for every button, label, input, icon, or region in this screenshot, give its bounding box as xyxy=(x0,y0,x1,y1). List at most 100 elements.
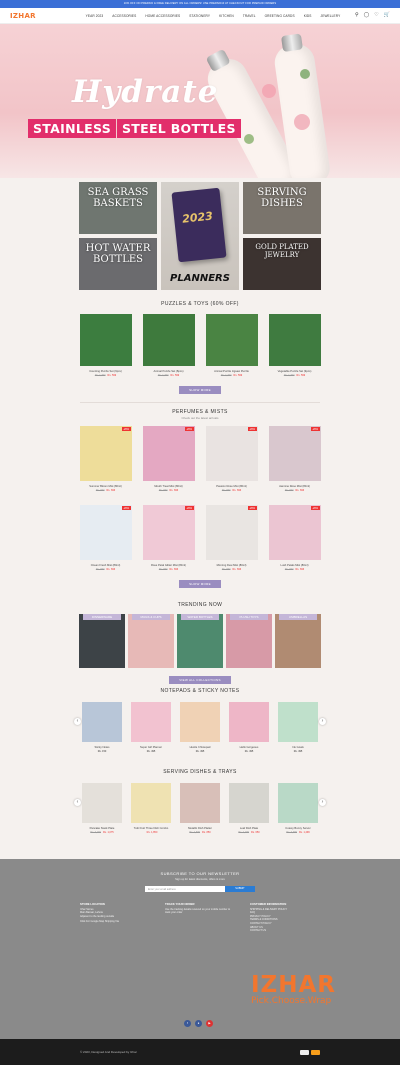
footer-col-track: TRACK YOUR ORDER Use the tracking detail… xyxy=(165,902,235,933)
product-card[interactable]: Leaf Dish Plate Rs. 1,299 Rs. 650 xyxy=(229,783,269,834)
product-card[interactable]: -20% Lush Petals Mist (80ml) Rs. 870 Rs. 69… xyxy=(268,505,321,571)
payment-icons xyxy=(300,1049,320,1055)
product-name: Leaf Dish Plate xyxy=(239,827,259,830)
product-name: Morning Dew Mist (80ml) xyxy=(216,564,247,567)
section-subtitle: Check out the latest arrivals xyxy=(181,416,219,420)
trending-water-bottles[interactable]: WATER BOTTLES xyxy=(177,614,223,668)
subscribe-button[interactable]: SUBMIT xyxy=(225,886,255,892)
facebook-icon[interactable]: f xyxy=(184,1020,191,1027)
product-card[interactable]: Sticky Notes Rs. 150 xyxy=(82,702,122,753)
trending-label: WATER BOTTLES xyxy=(181,614,219,620)
product-card[interactable]: Counting Puzzle Set (6pcs) Rs. 1,300 Rs. 5… xyxy=(79,314,132,377)
category-hot-water-bottles[interactable]: HOT WATER BOTTLES xyxy=(79,238,157,290)
hero-banner-left: STAINLESS xyxy=(28,119,116,138)
nav-item-travel[interactable]: TRAVEL xyxy=(243,14,256,18)
product-card[interactable]: Super Girl Planner Rs. 495 xyxy=(131,702,171,753)
product-card[interactable]: Hustle It Notepad Rs. 495 xyxy=(180,702,220,753)
flower-decoration xyxy=(294,114,310,130)
nav-item-stationery[interactable]: STATIONERY xyxy=(189,14,210,18)
product-card[interactable]: -20% Mouth Treat Mist (80ml) Rs. 870 Rs. 69… xyxy=(142,426,195,492)
product-card[interactable]: Metallic Dish Platter Rs. 1,699 Rs. 850 xyxy=(180,783,220,834)
product-card[interactable]: -20% Ocean Fresh Mist (80ml) Rs. 870 Rs. 69… xyxy=(79,505,132,571)
show-more-button[interactable]: SHOW MORE xyxy=(179,580,221,588)
product-card[interactable]: -20% Jasmine Rose Mist (80ml) Rs. 870 Rs. 6… xyxy=(268,426,321,492)
trending-umbrellas[interactable]: UMBRELLAS xyxy=(275,614,321,668)
nav-item-jewellery[interactable]: JEWELLERY xyxy=(321,14,341,18)
trending-label: DINNERWARE xyxy=(83,614,121,620)
category-grid: SEA GRASS BASKETS PLANNERS SERVING DISHE… xyxy=(79,182,400,290)
product-grid: Counting Puzzle Set (6pcs) Rs. 1,300 Rs. 5… xyxy=(0,314,400,377)
section-title: PUZZLES & TOYS (60% OFF) xyxy=(161,301,239,307)
product-card[interactable]: Animal Puzzle Set (8pcs) Rs. 1,300 Rs. 599 xyxy=(142,314,195,377)
product-name: Lush Petals Mist (80ml) xyxy=(280,564,309,567)
category-serving-dishes[interactable]: SERVING DISHES xyxy=(243,182,321,234)
view-all-collections-button[interactable]: VIEW ALL COLLECTIONS xyxy=(169,676,231,684)
show-more-button[interactable]: SHOW MORE xyxy=(179,386,221,394)
email-input[interactable]: Enter your email address xyxy=(145,886,225,892)
footer-col-title: STORE LOCATION xyxy=(80,902,105,906)
category-gold-plated-jewelry[interactable]: GOLD PLATED JEWELRY xyxy=(243,238,321,290)
footer-col-title: TRACK YOUR ORDER xyxy=(165,902,195,906)
category-sea-grass-baskets[interactable]: SEA GRASS BASKETS xyxy=(79,182,157,234)
footer-link[interactable]: Click For Google Map Shipping Via xyxy=(80,920,150,924)
old-price: Rs. 870 xyxy=(95,489,105,492)
old-price: Rs. 1,300 xyxy=(94,374,106,377)
product-image xyxy=(82,783,122,823)
product-card[interactable]: -20% Summer Bloom Mist (80ml) Rs. 870 Rs. 6… xyxy=(79,426,132,492)
section-title: TRENDING NOW xyxy=(177,602,223,608)
sale-price: Rs. 650 xyxy=(251,831,260,834)
product-card[interactable]: Animal Puzzle Jigsaw Puzzle Rs. 1,300 Rs. … xyxy=(205,314,258,377)
nav-item-home-accessories[interactable]: HOME ACCESSORIES xyxy=(145,14,180,18)
product-carousel: ‹ Sticky Notes Rs. 150 Super Girl Planner… xyxy=(0,702,400,753)
trending-plush-toys[interactable]: PLUSH TOYS xyxy=(226,614,272,668)
product-card[interactable]: Pancake Stack Plate Rs. 2,150 Rs. 1,075 xyxy=(82,783,122,834)
discount-badge: -20% xyxy=(310,506,320,510)
footer-link[interactable]: CONTACT US xyxy=(250,929,320,933)
product-card[interactable]: Vegetable Puzzle Set (9pcs) Rs. 1,300 Rs. … xyxy=(268,314,321,377)
youtube-icon[interactable]: ▶ xyxy=(206,1020,213,1027)
nav-item-kitchen[interactable]: KITCHEN xyxy=(219,14,234,18)
sale-price: Rs. 850 xyxy=(202,831,211,834)
sale-price: Rs. 495 xyxy=(293,750,303,753)
discount-badge: -20% xyxy=(184,427,194,431)
product-card[interactable]: Tutti Fruit Three Dish Combo Rs. 1,850 xyxy=(131,783,171,834)
product-image: -20% xyxy=(142,426,195,481)
product-card[interactable]: -20% Morning Dew Mist (80ml) Rs. 870 Rs. 69… xyxy=(205,505,258,571)
section-title: PERFUMES & MISTS xyxy=(172,409,228,415)
product-card[interactable]: Hello Gorgeous Rs. 495 xyxy=(229,702,269,753)
product-name: Jasmine Rose Mist (80ml) xyxy=(278,485,311,488)
product-card[interactable]: -20% Passion Rose Mist (80ml) Rs. 870 Rs. 6… xyxy=(205,426,258,492)
carousel-prev-arrow[interactable]: ‹ xyxy=(74,718,81,725)
product-image: -20% xyxy=(268,505,321,560)
user-icon[interactable]: ◯ xyxy=(364,13,370,18)
trending-mugs-cups[interactable]: MUGS & CUPS xyxy=(128,614,174,668)
product-card[interactable]: -20% Rose Petal Glitter Mist (80ml) Rs. 87… xyxy=(142,505,195,571)
sale-price: Rs. 1,850 xyxy=(146,831,158,834)
nav-item-year-2023[interactable]: YEAR 2023 xyxy=(86,14,104,18)
hero-banner[interactable]: Hydrate STAINLESS STEEL BOTTLES xyxy=(0,24,400,178)
carousel-prev-arrow[interactable]: ‹ xyxy=(74,799,81,806)
social-links: f ● ▶ xyxy=(184,1020,213,1027)
cart-icon[interactable]: 🛒 xyxy=(384,13,390,18)
trending-dinnerware[interactable]: DINNERWARE xyxy=(79,614,125,668)
site-logo[interactable]: IZHAR xyxy=(10,12,80,20)
product-card[interactable]: Ink Goals Rs. 495 xyxy=(278,702,318,753)
search-icon[interactable]: ⚲ xyxy=(355,13,359,18)
heart-icon[interactable]: ♡ xyxy=(374,13,378,18)
product-name: Ink Goals xyxy=(292,746,304,749)
nav-item-accessories[interactable]: ACCESSORIES xyxy=(112,14,136,18)
product-image: -20% xyxy=(205,426,258,481)
site-footer: SUBSCRIBE TO OUR NEWSLETTER Sign up for … xyxy=(0,859,400,1039)
product-card[interactable]: Cutesy Bunny Server Rs. 2,999 Rs. 1,499 xyxy=(278,783,318,834)
old-price: Rs. 1,699 xyxy=(189,831,201,834)
product-image xyxy=(268,314,321,366)
instagram-icon[interactable]: ● xyxy=(195,1020,202,1027)
nav-item-greeting-cards[interactable]: GREETING CARDS xyxy=(265,14,295,18)
nav-item-kids[interactable]: KIDS xyxy=(304,14,312,18)
category-planners[interactable]: PLANNERS xyxy=(161,182,239,290)
carousel-next-arrow[interactable]: › xyxy=(319,718,326,725)
product-image xyxy=(180,702,220,742)
trending-section: TRENDING NOW DINNERWARE MUGS & CUPS WATE… xyxy=(0,602,400,686)
product-grid: -20% Ocean Fresh Mist (80ml) Rs. 870 Rs. 69… xyxy=(0,505,400,571)
carousel-next-arrow[interactable]: › xyxy=(319,799,326,806)
